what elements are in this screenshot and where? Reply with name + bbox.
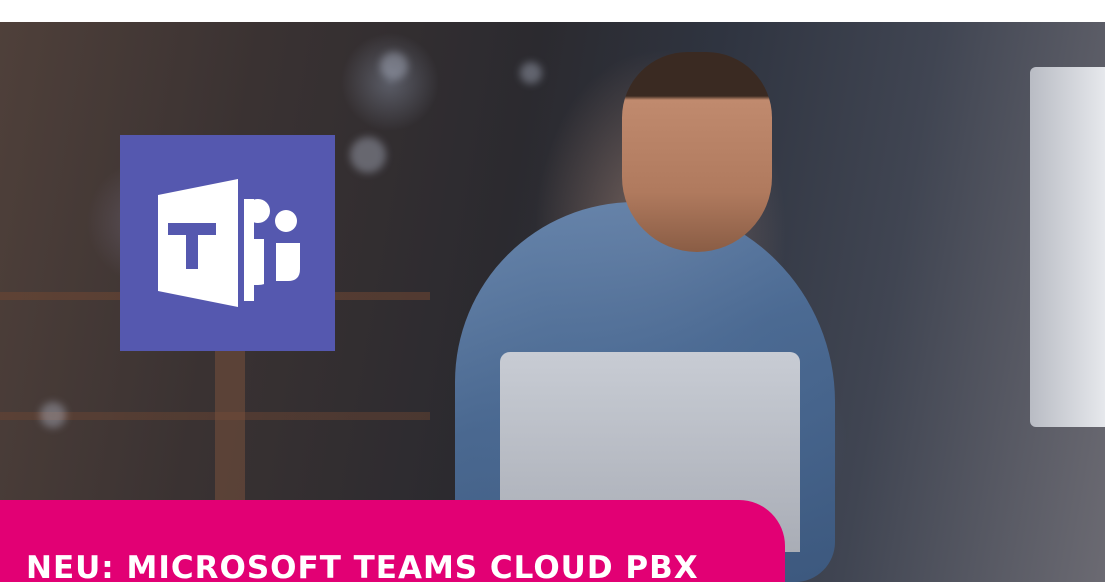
promo-banner[interactable]: NEU: MICROSOFT TEAMS CLOUD PBX bbox=[0, 500, 785, 582]
bokeh-light bbox=[520, 62, 542, 84]
bokeh-light bbox=[40, 402, 66, 428]
microsoft-teams-icon bbox=[120, 135, 335, 351]
monitor bbox=[1030, 67, 1105, 427]
microsoft-teams-icon bbox=[158, 179, 300, 307]
bokeh-light bbox=[350, 137, 386, 173]
person-head bbox=[622, 52, 772, 252]
promo-frame: NEU: MICROSOFT TEAMS CLOUD PBX bbox=[0, 0, 1105, 582]
banner-title: NEU: MICROSOFT TEAMS CLOUD PBX bbox=[26, 550, 699, 582]
bokeh-light bbox=[380, 52, 408, 80]
shelf-post bbox=[215, 322, 245, 522]
